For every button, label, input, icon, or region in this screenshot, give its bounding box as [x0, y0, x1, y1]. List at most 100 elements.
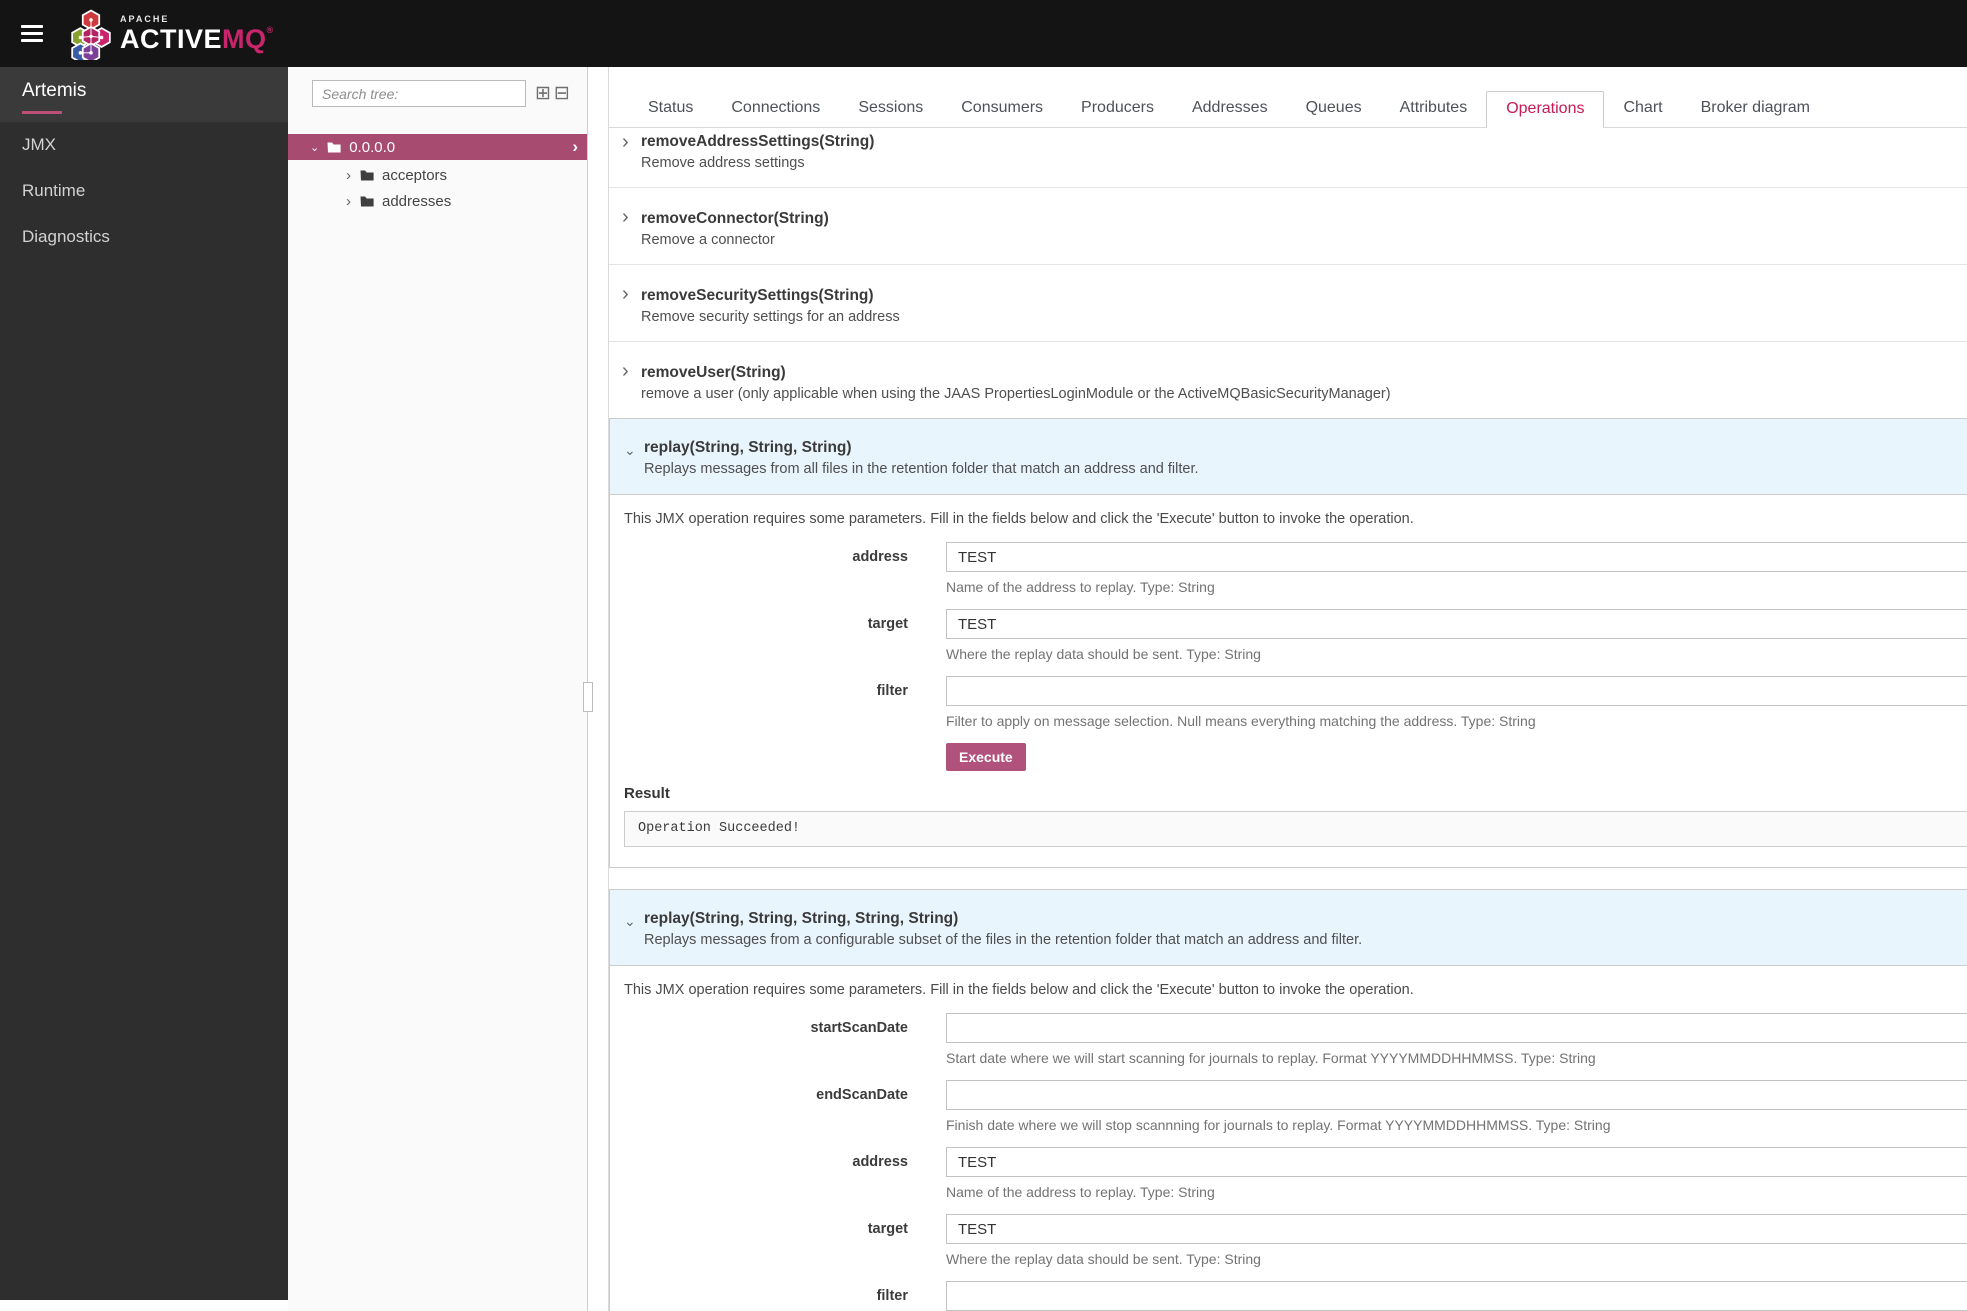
tab-consumers[interactable]: Consumers [942, 91, 1062, 128]
field-help-text: Filter to apply on message selection. Nu… [946, 713, 1536, 729]
activemq-logo[interactable]: APACHE ACTIVEMQ® [71, 8, 274, 60]
collapse-all-button[interactable]: ⊟ [554, 84, 570, 103]
operation-item[interactable]: › removeConnector(String) Remove a connect… [609, 188, 1967, 265]
field-label-startScanDate: startScanDate [810, 1020, 908, 1036]
form-row: filter Filter to apply on message selecti… [624, 676, 1967, 729]
operation-description: Remove a connector [641, 232, 775, 248]
folder-icon [360, 195, 374, 207]
field-startScanDate-input[interactable] [946, 1013, 1967, 1043]
operation-name: replay(String, String, String) [644, 439, 852, 456]
field-help-text: Start date where we will start scanning … [946, 1050, 1596, 1066]
chevron-right-icon: › [622, 131, 629, 153]
chevron-down-icon: ⌄ [624, 913, 636, 929]
expand-all-button[interactable]: ⊞ [535, 84, 551, 103]
field-target-input[interactable] [946, 1214, 1967, 1244]
tab-sessions[interactable]: Sessions [839, 91, 942, 128]
tab-queues[interactable]: Queues [1287, 91, 1381, 128]
form-row: startScanDate Start date where we will st… [624, 1013, 1967, 1066]
field-address-input[interactable] [946, 542, 1967, 572]
form-row: target Where the replay data should be se… [624, 1214, 1967, 1267]
left-sidebar: Artemis JMX Runtime Diagnostics [0, 67, 288, 1300]
field-help-text: Name of the address to replay. Type: Str… [946, 579, 1215, 595]
chevron-down-icon: ⌄ [310, 141, 320, 154]
field-help-text: Name of the address to replay. Type: Str… [946, 1184, 1215, 1200]
field-filter-input[interactable] [946, 676, 1967, 706]
operation-name: replay(String, String, String, String, S… [644, 910, 959, 927]
operation-panel-header[interactable]: ⌄ replay(String, String, String, String, … [610, 890, 1967, 966]
top-bar: APACHE ACTIVEMQ® [0, 0, 1967, 67]
field-control: Finish date where we will stop scannning… [946, 1080, 1967, 1133]
chevron-right-icon: › [622, 206, 629, 228]
tab-broker-diagram[interactable]: Broker diagram [1682, 91, 1829, 128]
operation-panel-body: This JMX operation requires some paramet… [610, 495, 1967, 867]
tree-node-label: acceptors [382, 166, 448, 184]
tree-node-addresses[interactable]: › addresses [288, 190, 587, 212]
field-control: Where the replay data should be sent. Ty… [946, 1214, 1967, 1267]
chevron-right-icon: › [572, 137, 578, 156]
operation-instructions: This JMX operation requires some paramet… [624, 511, 1414, 527]
chevron-right-icon: › [622, 360, 629, 382]
tab-addresses[interactable]: Addresses [1173, 91, 1287, 128]
activemq-hexagon-logo-icon [71, 8, 111, 60]
hamburger-menu-icon[interactable] [21, 21, 43, 46]
operation-panel: ⌄ replay(String, String, String, String, … [609, 889, 1967, 1311]
field-filter-input[interactable] [946, 1281, 1967, 1311]
field-address-input[interactable] [946, 1147, 1967, 1177]
field-label-filter: filter [876, 683, 908, 699]
tab-operations[interactable]: Operations [1486, 91, 1605, 128]
search-input[interactable] [312, 80, 526, 107]
operation-description: Remove address settings [641, 155, 805, 171]
field-help-text: Where the replay data should be sent. Ty… [946, 646, 1261, 662]
field-control: Start date where we will start scanning … [946, 1013, 1967, 1066]
operation-name: removeAddressSettings(String) [641, 133, 875, 150]
chevron-right-icon: › [346, 192, 351, 210]
operation-panel-header[interactable]: ⌄ replay(String, String, String) Replays m… [610, 419, 1967, 495]
field-help-text: Finish date where we will stop scannning… [946, 1117, 1611, 1133]
folder-icon [360, 169, 374, 181]
field-label-target: target [867, 616, 908, 632]
form-row: filter Filter to apply on message selecti… [624, 1281, 1967, 1311]
operation-instructions: This JMX operation requires some paramet… [624, 982, 1414, 998]
tab-attributes[interactable]: Attributes [1381, 91, 1487, 128]
tab-bar: Status Connections Sessions Consumers Produc… [609, 91, 1967, 128]
tree-node-label: addresses [382, 192, 452, 210]
tree-node-acceptors[interactable]: › acceptors [288, 164, 587, 186]
operation-item[interactable]: › removeSecuritySettings(String) Remove se… [609, 265, 1967, 342]
field-label-endScanDate: endScanDate [816, 1087, 908, 1103]
operation-panel: ⌄ replay(String, String, String) Replays m… [609, 418, 1967, 868]
operation-description: remove a user (only applicable when usin… [641, 386, 1391, 402]
folder-icon [327, 141, 341, 153]
field-endScanDate-input[interactable] [946, 1080, 1967, 1110]
operation-description: Remove security settings for an address [641, 309, 900, 325]
tab-connections[interactable]: Connections [712, 91, 839, 128]
form-row: address Name of the address to replay. Ty… [624, 542, 1967, 595]
field-control: Name of the address to replay. Type: Str… [946, 542, 1967, 595]
tree-scrollbar-thumb[interactable] [583, 682, 593, 712]
form-row: target Where the replay data should be se… [624, 609, 1967, 662]
field-target-input[interactable] [946, 609, 1967, 639]
broker-tree: ⌄ 0.0.0.0 › › acceptors › addresses [288, 134, 587, 212]
field-control: Filter to apply on message selection. Nu… [946, 1281, 1967, 1311]
form-row: address Name of the address to replay. Ty… [624, 1147, 1967, 1200]
operation-description: Replays messages from all files in the r… [644, 461, 1199, 477]
operation-name: removeSecuritySettings(String) [641, 287, 874, 304]
brand-apache: APACHE [120, 13, 170, 24]
tab-status[interactable]: Status [629, 91, 712, 128]
execute-button[interactable]: Execute [946, 743, 1026, 771]
field-label-address: address [852, 1154, 908, 1170]
result-output: Operation Succeeded! [624, 811, 1967, 847]
tree-node-broker[interactable]: ⌄ 0.0.0.0 › [288, 134, 587, 160]
tab-chart[interactable]: Chart [1604, 91, 1681, 128]
operation-item[interactable]: › removeUser(String) remove a user (only a… [609, 342, 1967, 418]
form-row: endScanDate Finish date where we will sto… [624, 1080, 1967, 1133]
operation-panel-body: This JMX operation requires some paramet… [610, 966, 1967, 1311]
tab-producers[interactable]: Producers [1062, 91, 1173, 128]
sidebar-item-diagnostics[interactable]: Diagnostics [0, 214, 288, 260]
operation-item[interactable]: › removeAddressSettings(String) Remove add… [609, 128, 1967, 188]
sidebar-item-artemis[interactable]: Artemis [0, 67, 288, 122]
chevron-down-icon: ⌄ [624, 442, 636, 458]
sidebar-item-jmx[interactable]: JMX [0, 122, 288, 168]
tree-toolbar: ⊞ ⊟ [288, 67, 587, 107]
chevron-right-icon: › [622, 283, 629, 305]
sidebar-item-runtime[interactable]: Runtime [0, 168, 288, 214]
